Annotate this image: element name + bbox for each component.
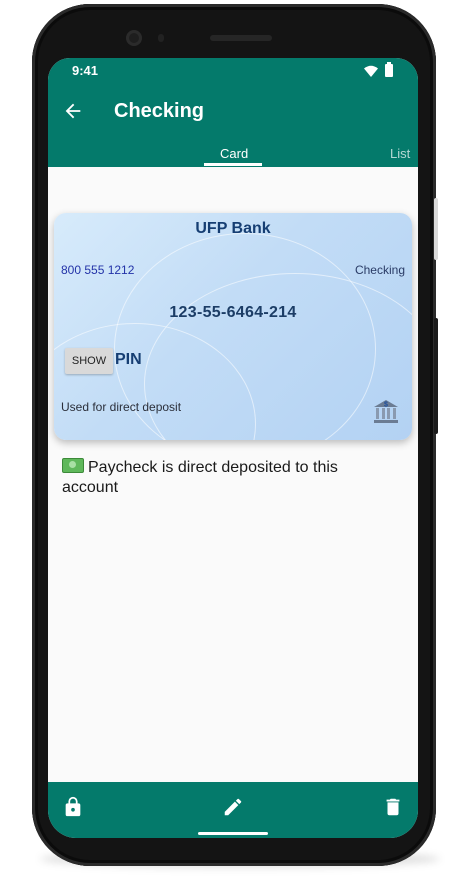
earpiece-speaker: [210, 35, 272, 41]
account-note-text: Paycheck is direct deposited to this acc…: [62, 459, 338, 496]
volume-button: [434, 318, 438, 434]
account-card: UFP Bank 800 555 1212 Checking 123-55-64…: [54, 213, 412, 440]
back-arrow-icon[interactable]: [62, 100, 84, 122]
account-number: 123-55-6464-214: [169, 304, 297, 321]
power-button: [434, 198, 438, 260]
wifi-icon: [364, 65, 378, 77]
money-icon: [62, 458, 84, 473]
camera-icon: [126, 30, 142, 46]
bottom-bar: [48, 782, 418, 838]
bank-icon: $: [374, 400, 398, 423]
status-time: 9:41: [72, 63, 99, 78]
show-pin-button[interactable]: SHOW: [65, 348, 113, 374]
delete-icon[interactable]: [382, 796, 404, 818]
pin-label: PIN: [115, 351, 142, 368]
screen: 9:41 Checking Card List UFP Bank 800 555…: [48, 58, 418, 838]
svg-text:$: $: [384, 402, 388, 409]
bank-phone-link[interactable]: 800 555 1212: [61, 263, 134, 277]
account-type: Checking: [354, 263, 405, 277]
app-bar: 9:41 Checking Card List: [48, 58, 418, 167]
bank-name: UFP Bank: [195, 220, 271, 237]
page-title: Checking: [114, 100, 205, 122]
tab-indicator: [204, 163, 262, 166]
tab-list[interactable]: List: [390, 146, 410, 161]
card-note: Used for direct deposit: [61, 400, 182, 414]
account-note: Paycheck is direct deposited to this acc…: [62, 458, 392, 498]
lock-icon[interactable]: [62, 796, 84, 818]
battery-icon: [385, 62, 393, 77]
edit-icon[interactable]: [222, 796, 244, 818]
home-indicator[interactable]: [198, 832, 268, 835]
tab-card[interactable]: Card: [220, 146, 248, 161]
sensor-icon: [158, 34, 164, 42]
